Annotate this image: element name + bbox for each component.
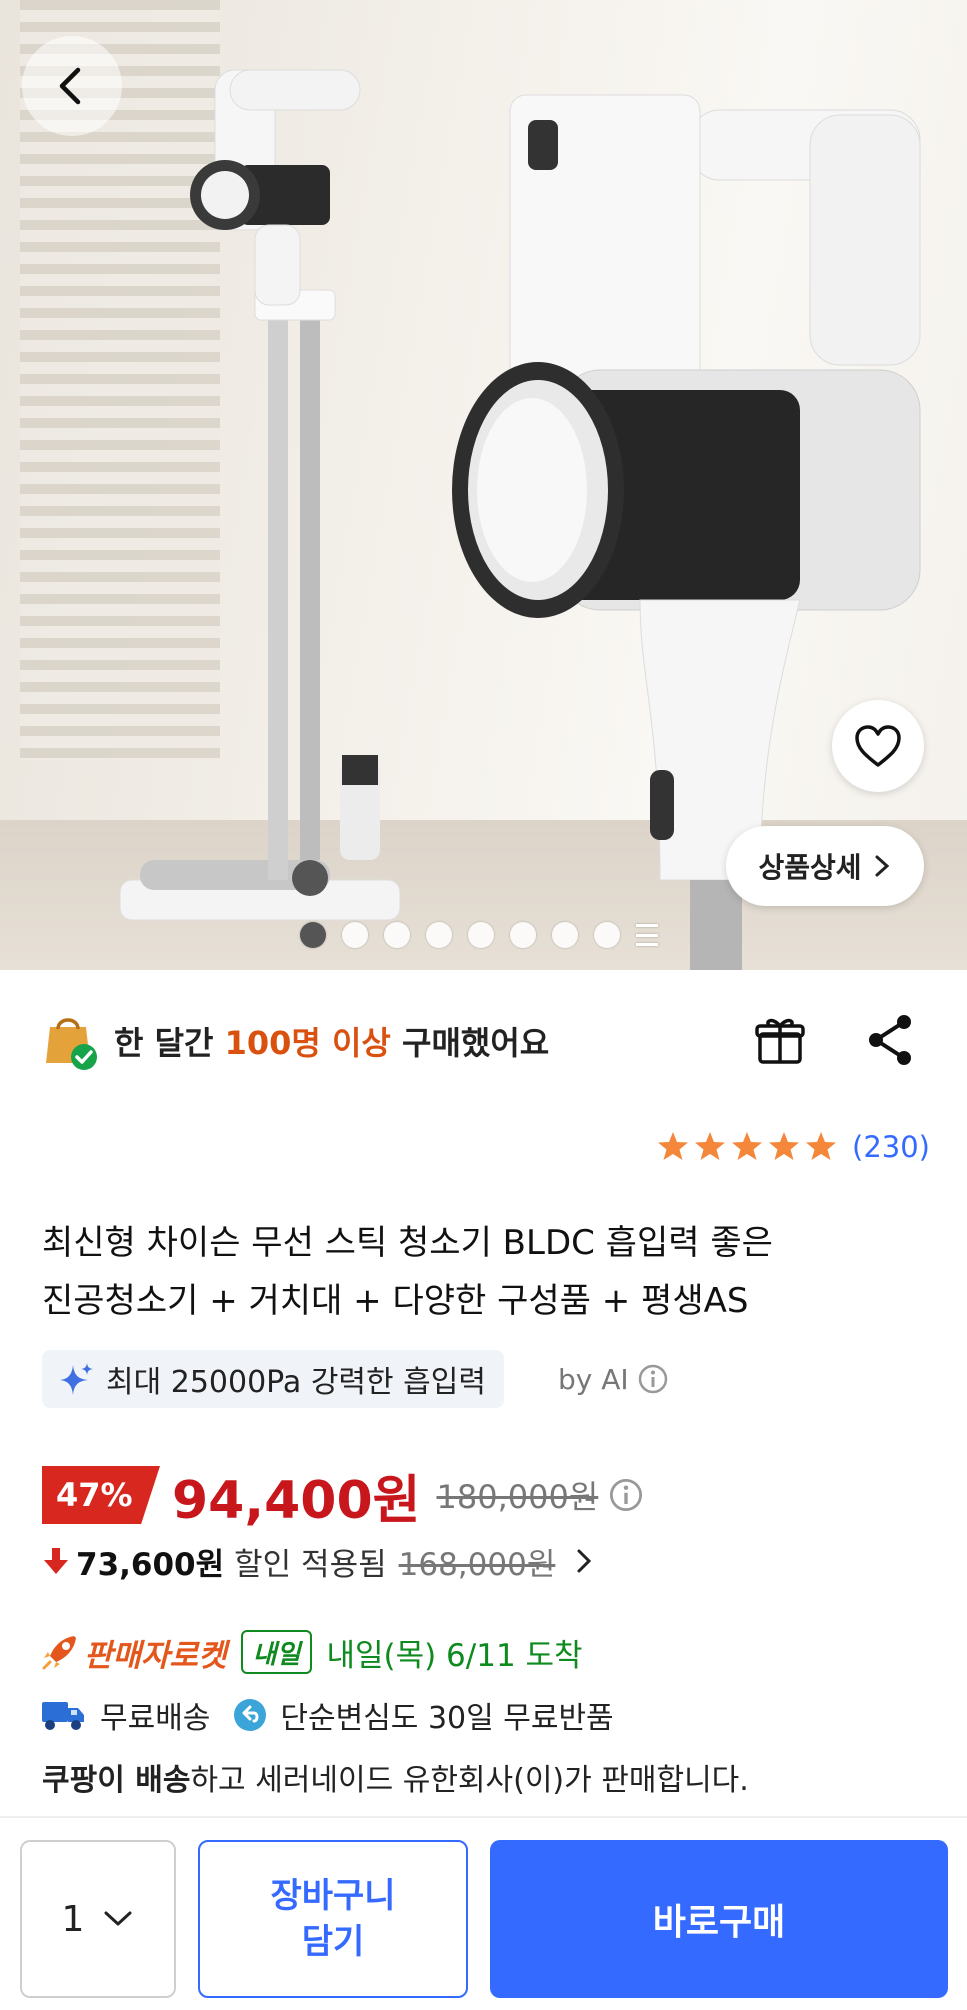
coupon-before-price: 168,000원 xyxy=(398,1546,556,1583)
add-to-cart-button[interactable]: 장바구니 담기 xyxy=(198,1840,468,1998)
delivery-info-row: 판매자로켓 내일 내일(목) 6/11 도착 xyxy=(40,1624,583,1680)
seller-rocket-label: 판매자로켓 xyxy=(84,1637,227,1674)
seller-info: 쿠팡이 배송 하고 세러네이드 유한회사(이)가 판매합니다. xyxy=(42,1752,749,1802)
chevron-down-icon xyxy=(104,1911,132,1926)
review-count[interactable]: (230) xyxy=(852,1130,930,1164)
chevron-right-icon xyxy=(577,1549,592,1573)
by-ai-label[interactable]: by AI xyxy=(558,1350,669,1408)
product-title-line: 진공청소기 + 거치대 + 다양한 구성품 + 평생AS xyxy=(42,1281,749,1321)
purchase-count-highlight: 100명 이상 xyxy=(224,1024,391,1062)
carousel-dot[interactable] xyxy=(300,922,326,948)
vacuum-cleaner-image xyxy=(119,69,921,970)
carousel-dot[interactable] xyxy=(594,922,620,948)
product-detail-button[interactable]: 상품상세 xyxy=(726,826,924,906)
purchase-count-text: 한 달간 100명 이상 구매했어요 xyxy=(114,1018,549,1064)
discount-badge: 47% xyxy=(42,1466,160,1524)
carousel-dot[interactable] xyxy=(552,922,578,948)
carousel-dot[interactable] xyxy=(426,922,452,948)
return-icon xyxy=(234,1699,267,1731)
buy-now-button[interactable]: 바로구매 xyxy=(490,1840,948,1998)
carousel-dot[interactable] xyxy=(384,922,410,948)
carousel-indicator xyxy=(300,922,658,948)
carousel-dot[interactable] xyxy=(342,922,368,948)
gift-icon[interactable] xyxy=(752,1012,808,1068)
info-icon[interactable] xyxy=(637,1363,669,1395)
coupon-price-row[interactable]: 73,600원 할인 적용됨 168,000원 xyxy=(42,1536,595,1586)
shipping-return-row: 무료배송 단순변심도 30일 무료반품 xyxy=(40,1690,614,1740)
coupon-applied-text: 할인 적용됨 xyxy=(234,1546,387,1583)
divider xyxy=(0,1816,967,1818)
purchase-count-prefix: 한 달간 xyxy=(114,1024,225,1062)
purchase-count-suffix: 구매했어요 xyxy=(390,1024,550,1062)
tomorrow-badge: 내일 xyxy=(240,1630,313,1674)
original-price: 180,000원 xyxy=(436,1478,599,1516)
shopping-bag-check-icon xyxy=(46,1018,97,1070)
product-title: 최신형 차이슨 무선 스틱 청소기 BLDC 흡입력 좋은 진공청소기 + 거치… xyxy=(42,1214,932,1330)
carousel-dot[interactable] xyxy=(468,922,494,948)
free-return-text: 단순변심도 30일 무료반품 xyxy=(280,1701,614,1736)
delivery-by-coupang: 쿠팡이 배송 xyxy=(42,1763,191,1798)
ai-summary-chip: 최대 25000Pa 강력한 흡입력 xyxy=(42,1350,504,1408)
carousel-dot[interactable] xyxy=(510,922,536,948)
sparkle-icon xyxy=(60,1363,93,1395)
arrow-down-icon xyxy=(44,1548,68,1574)
info-icon[interactable] xyxy=(608,1477,644,1513)
rating[interactable]: (230) xyxy=(656,1130,930,1164)
quantity-value: 1 xyxy=(61,1898,85,1940)
by-ai-text: by AI xyxy=(558,1362,629,1396)
arrival-date: 내일(목) 6/11 도착 xyxy=(326,1637,583,1674)
back-button[interactable] xyxy=(22,36,122,136)
price-row: 47% 94,400원 180,000원 xyxy=(42,1460,644,1531)
star-rating-icon xyxy=(658,1132,836,1160)
seller-name-text: 하고 세러네이드 유한회사(이)가 판매합니다. xyxy=(190,1763,749,1798)
ai-summary-text: 최대 25000Pa 강력한 흡입력 xyxy=(106,1365,486,1400)
product-title-line: 최신형 차이슨 무선 스틱 청소기 BLDC 흡입력 좋은 xyxy=(42,1223,773,1263)
free-shipping-text: 무료배송 xyxy=(100,1701,211,1736)
rocket-icon xyxy=(42,1636,76,1670)
product-image-carousel[interactable]: 상품상세 xyxy=(0,0,967,970)
chevron-right-icon xyxy=(875,855,889,877)
sale-price: 94,400원 xyxy=(172,1470,421,1531)
share-icon[interactable] xyxy=(864,1012,916,1068)
product-detail-label: 상품상세 xyxy=(758,851,862,884)
heart-icon xyxy=(855,725,901,767)
wishlist-button[interactable] xyxy=(832,700,924,792)
purchase-count-banner: 한 달간 100명 이상 구매했어요 xyxy=(42,1006,932,1076)
truck-icon xyxy=(42,1702,84,1730)
chevron-left-icon xyxy=(59,67,81,105)
quantity-select[interactable]: 1 xyxy=(20,1840,176,1998)
coupon-price: 73,600원 xyxy=(76,1546,225,1583)
carousel-list-icon[interactable] xyxy=(636,924,658,946)
